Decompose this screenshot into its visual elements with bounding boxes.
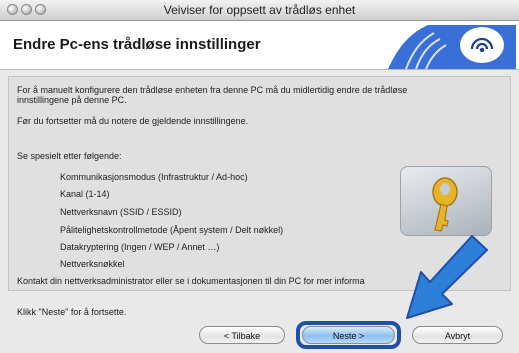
pointer-arrow-icon [406,235,488,319]
wizard-window: Veiviser for oppsett av trådløs enhet En… [0,0,519,353]
